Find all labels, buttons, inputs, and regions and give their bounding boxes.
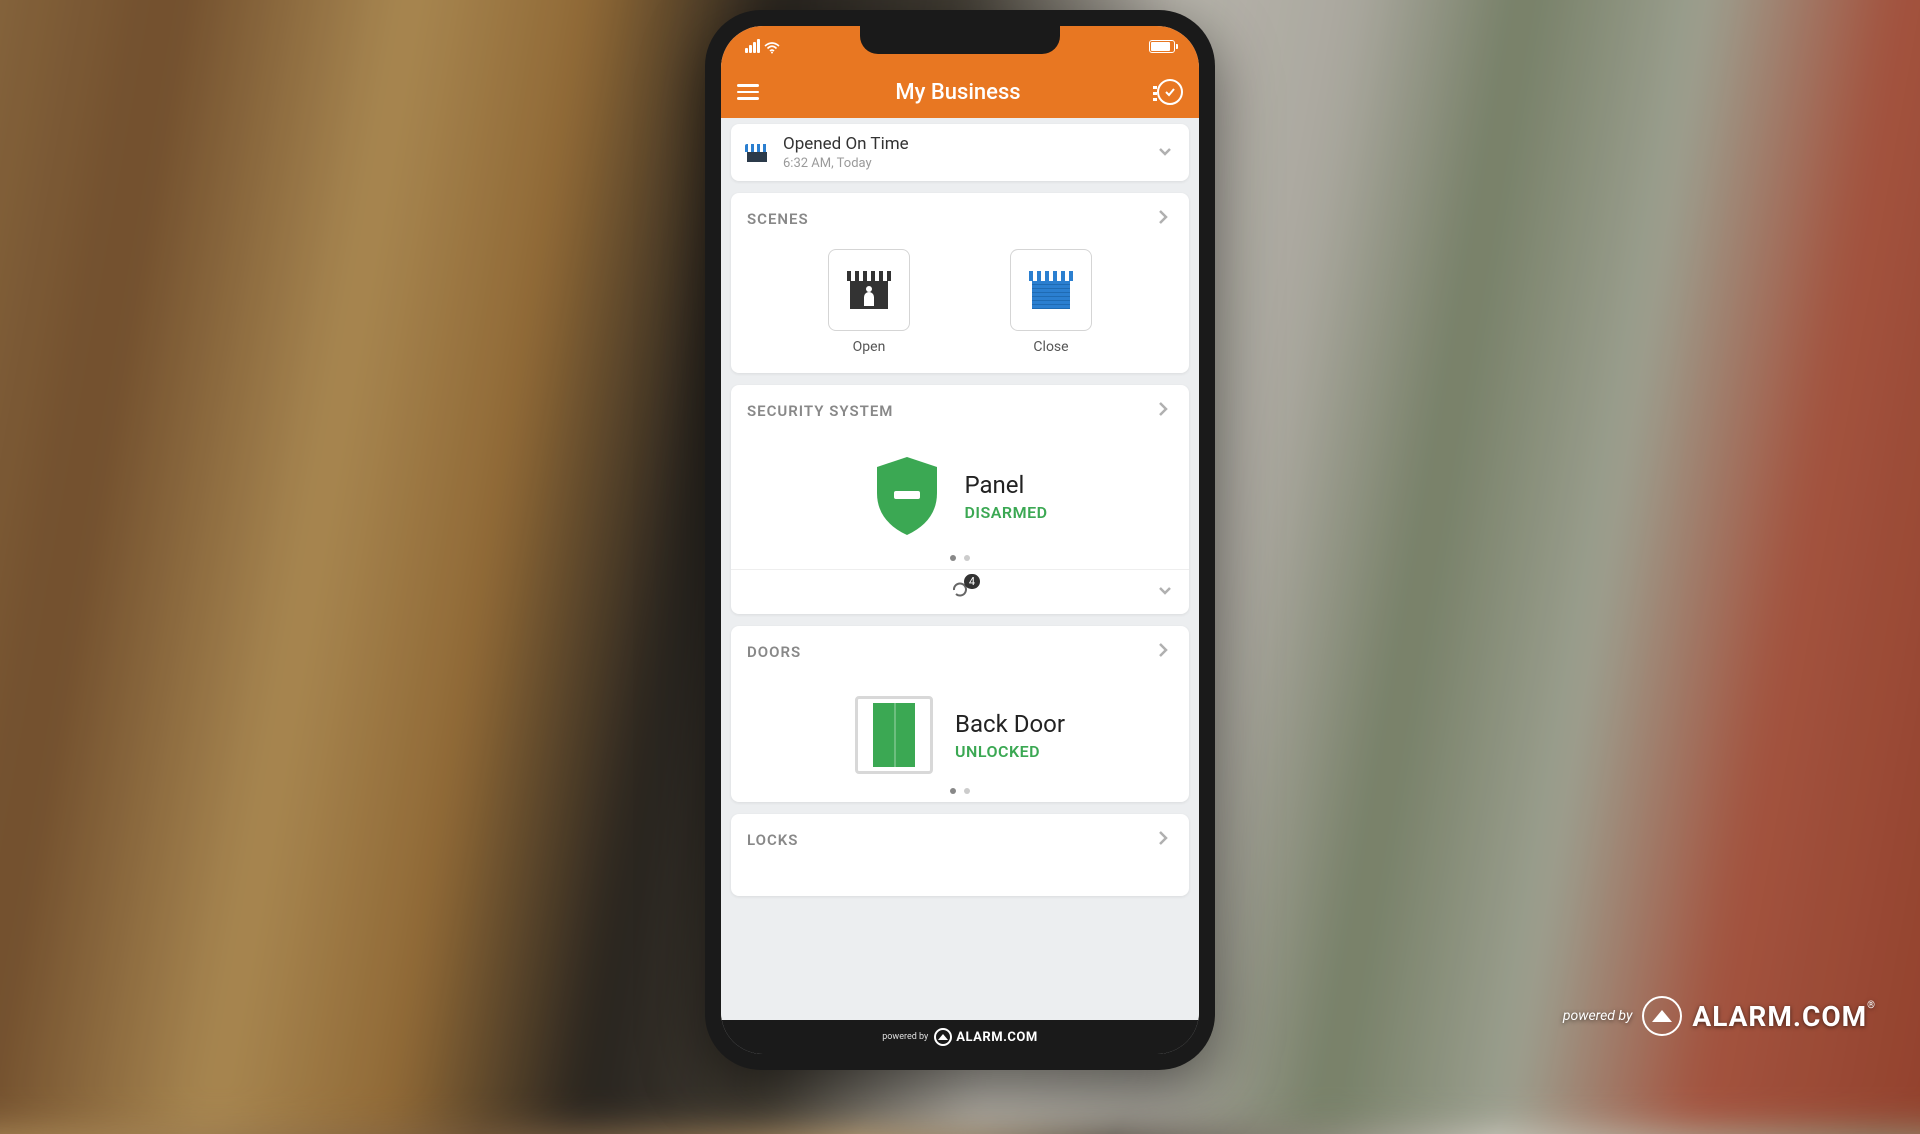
corner-powered-by: powered by	[1563, 1008, 1633, 1024]
store-close-icon	[1029, 271, 1073, 309]
chevron-right-icon	[1153, 207, 1173, 231]
scenes-card: SCENES Open	[731, 193, 1189, 373]
refresh-icon: 4	[950, 580, 970, 604]
cell-signal-icon	[745, 39, 760, 53]
scene-open-label: Open	[828, 339, 910, 355]
chevron-down-icon[interactable]	[1155, 141, 1175, 165]
notification-badge: 4	[964, 574, 980, 589]
battery-icon	[1149, 40, 1175, 53]
status-title: Opened On Time	[783, 134, 1141, 154]
security-label: SECURITY SYSTEM	[747, 402, 893, 420]
menu-icon[interactable]	[737, 84, 759, 100]
security-panel[interactable]: Panel DISARMED	[731, 437, 1189, 547]
scenes-header[interactable]: SCENES	[731, 193, 1189, 245]
scene-open[interactable]: Open	[828, 249, 910, 355]
status-subtitle: 6:32 AM, Today	[783, 156, 1141, 171]
doors-label: DOORS	[747, 643, 801, 661]
alarm-logo-icon	[934, 1028, 952, 1046]
content-scroll[interactable]: Opened On Time 6:32 AM, Today SCENES	[721, 118, 1199, 1020]
door-item[interactable]: Back Door UNLOCKED	[731, 678, 1189, 780]
security-header[interactable]: SECURITY SYSTEM	[731, 385, 1189, 437]
panel-name: Panel	[964, 471, 1047, 499]
scenes-label: SCENES	[747, 210, 809, 228]
door-state: UNLOCKED	[955, 742, 1065, 761]
pagination-dots	[731, 780, 1189, 802]
locks-label: LOCKS	[747, 831, 798, 849]
security-card: SECURITY SYSTEM Panel DISARMED	[731, 385, 1189, 614]
scene-close-label: Close	[1010, 339, 1092, 355]
doors-header[interactable]: DOORS	[731, 626, 1189, 678]
scene-close[interactable]: Close	[1010, 249, 1092, 355]
locks-header[interactable]: LOCKS	[731, 814, 1189, 866]
app-footer: powered by ALARM.COM	[721, 1020, 1199, 1054]
shield-icon	[872, 455, 942, 537]
pagination-dots	[731, 547, 1189, 569]
chevron-right-icon	[1153, 399, 1173, 423]
chevron-right-icon	[1153, 828, 1173, 852]
chevron-down-icon	[1155, 580, 1175, 604]
door-icon	[855, 696, 933, 774]
wifi-icon	[764, 40, 780, 52]
corner-brand: ALARM.COM	[1692, 1000, 1867, 1033]
security-expand-row[interactable]: 4	[731, 569, 1189, 614]
footer-brand: ALARM.COM	[956, 1030, 1037, 1045]
phone-screen: 1:43 PM My Business Opened On Time 6:32 …	[721, 26, 1199, 1054]
page-title: My Business	[895, 80, 1020, 105]
doors-card: DOORS Back Door UNLOCKED	[731, 626, 1189, 802]
footer-powered-by: powered by	[882, 1032, 928, 1042]
store-icon	[745, 144, 769, 162]
smart-actions-icon[interactable]	[1157, 79, 1183, 105]
phone-notch	[860, 26, 1060, 54]
store-open-icon	[847, 271, 891, 309]
alarm-logo: ALARM.COM	[934, 1028, 1037, 1046]
alarm-logo-icon	[1642, 996, 1682, 1036]
app-header: My Business	[721, 66, 1199, 118]
panel-state: DISARMED	[964, 503, 1047, 522]
door-name: Back Door	[955, 710, 1065, 738]
locks-card: LOCKS	[731, 814, 1189, 896]
business-status-card[interactable]: Opened On Time 6:32 AM, Today	[731, 124, 1189, 181]
phone-frame: 1:43 PM My Business Opened On Time 6:32 …	[705, 10, 1215, 1070]
chevron-right-icon	[1153, 640, 1173, 664]
corner-branding: powered by ALARM.COM®	[1563, 996, 1876, 1036]
